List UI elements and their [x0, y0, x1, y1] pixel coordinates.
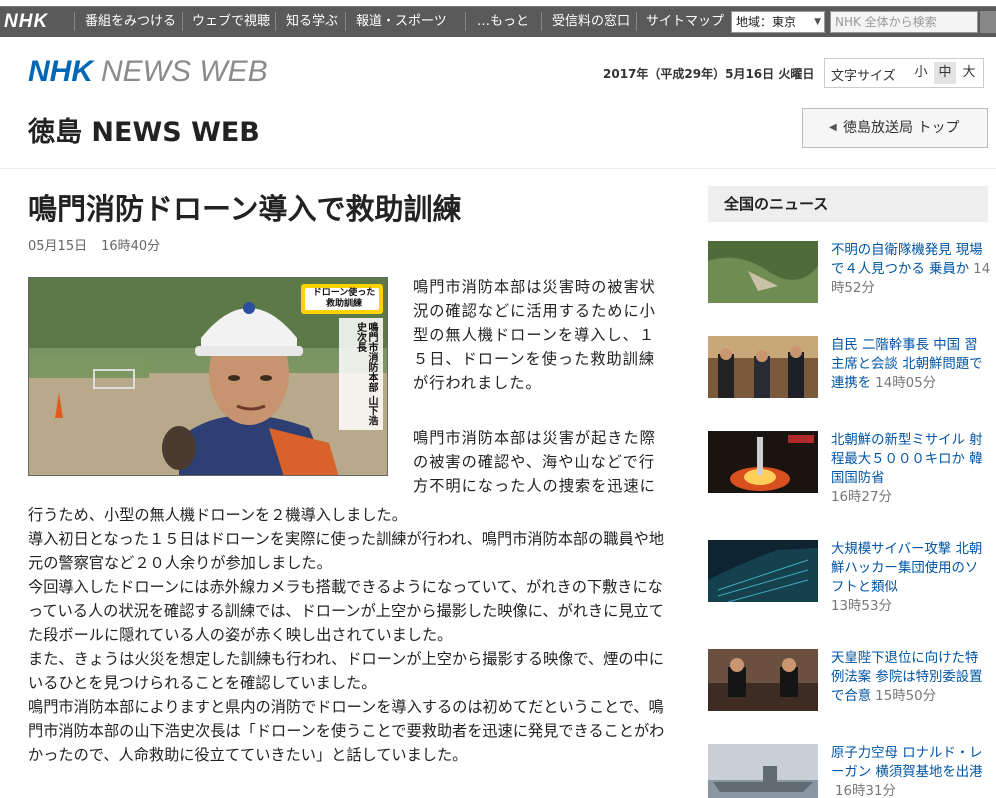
article-paragraph: 鳴門市消防本部は災害時の被害状況の確認などに活用するために小型の無人機ドローンを… [413, 278, 656, 392]
search-button[interactable] [980, 11, 996, 33]
nav-divider [636, 12, 637, 31]
article-paragraph: 鳴門市消防本部は災害が起きた際の被害の確認や、海や山などで行方不明になった人の捜… [413, 429, 656, 495]
nhk-news-web-logo[interactable]: NHK NEWS WEB [28, 55, 268, 89]
nav-item-sitemap[interactable]: サイトマップ [646, 6, 724, 37]
nav-divider [275, 12, 276, 31]
sidebar-heading: 全国のニュース [708, 186, 988, 222]
article-photo: ドローン使った救助訓練 鳴門市消防本部 山下浩史次長 [28, 277, 388, 476]
region-select-value: 地域：東京 [736, 15, 797, 29]
nav-divider [465, 12, 466, 31]
news-thumbnail[interactable] [708, 241, 818, 303]
nhk-logo[interactable]: NHK [4, 6, 72, 37]
news-title: 不明の自衛隊機発見 現場で４人見つかる 乗員か [831, 243, 983, 277]
current-date: 2017年（平成29年）5月16日 火曜日 [603, 67, 815, 81]
news-thumbnail[interactable] [708, 649, 818, 711]
news-title: 大規模サイバー攻撃 北朝鮮ハッカー集団使用のソフトと類似 [831, 542, 983, 595]
logo-nhk-text: NHK [28, 55, 93, 88]
news-link[interactable]: 天皇陛下退位に向けた特例法案 参院は特別委設置で合意 15時50分 [831, 649, 991, 706]
photo-caption-name: 鳴門市消防本部 山下浩史次長 [354, 322, 378, 426]
nav-item-fees[interactable]: 受信料の窓口 [552, 6, 630, 37]
font-size-large-button[interactable]: 大 [958, 62, 980, 84]
news-thumbnail[interactable] [708, 336, 818, 398]
photo-caption-badge: ドローン使った救助訓練 [312, 288, 376, 309]
nav-item-watch-online[interactable]: ウェブで視聴 [192, 6, 270, 37]
page-title: 徳島 NEWS WEB [28, 117, 260, 148]
nav-item-more[interactable]: …もっと [477, 6, 529, 37]
news-thumbnail[interactable] [708, 744, 818, 798]
nav-divider [74, 12, 75, 31]
article-date: 05月15日 [28, 239, 88, 254]
article-title: 鳴門消防ドローン導入で救助訓練 [28, 192, 462, 226]
news-thumbnail[interactable] [708, 540, 818, 602]
nav-item-find-programs[interactable]: 番組をみつける [85, 6, 176, 37]
news-title: 原子力空母 ロナルド・レーガン 横須賀基地を出港 [831, 746, 983, 780]
station-top-label: 徳島放送局 トップ [843, 120, 960, 136]
news-link[interactable]: 原子力空母 ロナルド・レーガン 横須賀基地を出港 16時31分 [831, 744, 991, 798]
article-timestamp: 05月15日 16時40分 [28, 235, 160, 254]
nav-item-news-sports[interactable]: 報道・スポーツ [356, 6, 447, 37]
news-title: 北朝鮮の新型ミサイル 射程最大５０００キロか 韓国国防省 [831, 433, 983, 486]
chevron-left-icon: ◀ [829, 122, 837, 133]
font-size-small-button[interactable]: 小 [910, 62, 932, 84]
search-input[interactable]: NHK 全体から検索 [830, 11, 978, 33]
news-time: 13時53分 [831, 599, 892, 614]
region-select[interactable]: 地域：東京 ▼ [731, 11, 825, 33]
news-time: 14時05分 [875, 376, 937, 391]
nav-item-learn[interactable]: 知る学ぶ [286, 6, 338, 37]
chevron-down-icon: ▼ [814, 17, 821, 27]
news-time: 15時50分 [875, 689, 937, 704]
news-thumbnail[interactable] [708, 431, 818, 493]
news-link[interactable]: 北朝鮮の新型ミサイル 射程最大５０００キロか 韓国国防省 16時27分 [831, 431, 991, 507]
font-size-control: 文字サイズ 小 中 大 [824, 58, 984, 88]
divider [0, 168, 996, 169]
nav-divider [541, 12, 542, 31]
logo-news-web-text: NEWS WEB [101, 55, 268, 88]
font-size-label: 文字サイズ [831, 69, 896, 84]
news-time: 16時31分 [835, 784, 896, 798]
nav-divider [182, 12, 183, 31]
news-time: 16時27分 [831, 490, 892, 505]
article-paragraph: 行うため、小型の無人機ドローンを２機導入しました。 導入初日となった１５日はドロ… [28, 506, 665, 764]
font-size-medium-button[interactable]: 中 [934, 62, 956, 84]
news-link[interactable]: 不明の自衛隊機発見 現場で４人見つかる 乗員か 14時52分 [831, 241, 991, 298]
news-link[interactable]: 自民 二階幹事長 中国 習主席と会談 北朝鮮問題で連携を 14時05分 [831, 336, 991, 393]
article-time: 16時40分 [101, 239, 161, 254]
station-top-button[interactable]: ◀ 徳島放送局 トップ [802, 108, 988, 148]
news-link[interactable]: 大規模サイバー攻撃 北朝鮮ハッカー集団使用のソフトと類似 13時53分 [831, 540, 991, 616]
nav-divider [345, 12, 346, 31]
